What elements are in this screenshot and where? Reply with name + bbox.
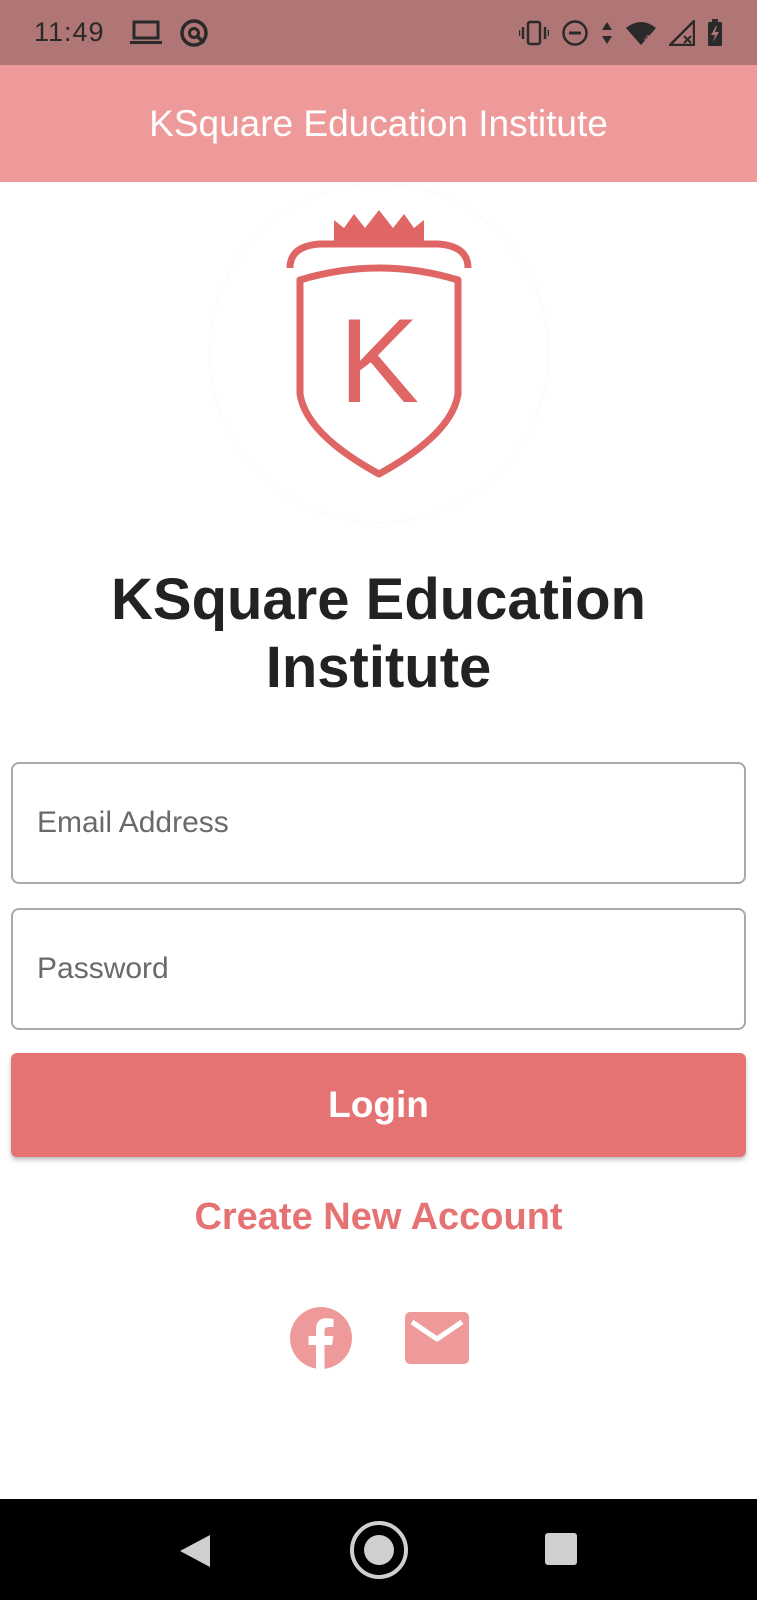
do-not-disturb-icon (562, 19, 588, 46)
vibrate-icon (519, 20, 549, 45)
at-sync-icon (179, 18, 208, 47)
email-field[interactable] (13, 764, 744, 882)
data-arrows-icon (602, 21, 612, 44)
back-icon[interactable] (178, 1533, 212, 1569)
wifi-icon: 4 (626, 21, 656, 45)
app-bar: KSquare Education Institute (0, 65, 757, 182)
page-title: KSquare Education Institute (111, 567, 646, 700)
create-account-link[interactable]: Create New Account (0, 1196, 757, 1239)
app-bar-title: KSquare Education Institute (149, 102, 608, 144)
logo-letter: K (339, 294, 419, 428)
status-bar: 11:49 4 (0, 0, 757, 65)
signal-icon (669, 19, 695, 46)
logo-container: K (210, 184, 548, 522)
facebook-icon[interactable] (289, 1306, 353, 1370)
svg-text:4: 4 (644, 34, 650, 45)
battery-icon (708, 18, 722, 46)
recent-apps-icon[interactable] (544, 1532, 578, 1566)
home-icon[interactable] (349, 1520, 409, 1580)
password-field[interactable] (13, 910, 744, 1028)
email-field-container[interactable] (11, 762, 746, 884)
navigation-bar (0, 1499, 757, 1600)
status-left-icons (129, 18, 209, 48)
status-right-icons: 4 (519, 18, 723, 47)
password-field-container[interactable] (11, 908, 746, 1030)
social-login-row (0, 1306, 757, 1372)
ksquare-shield-logo: K (286, 210, 472, 478)
mail-icon[interactable] (405, 1312, 469, 1364)
laptop-icon (129, 20, 162, 44)
login-button[interactable]: Login (11, 1053, 746, 1157)
status-time: 11:49 (34, 17, 105, 47)
